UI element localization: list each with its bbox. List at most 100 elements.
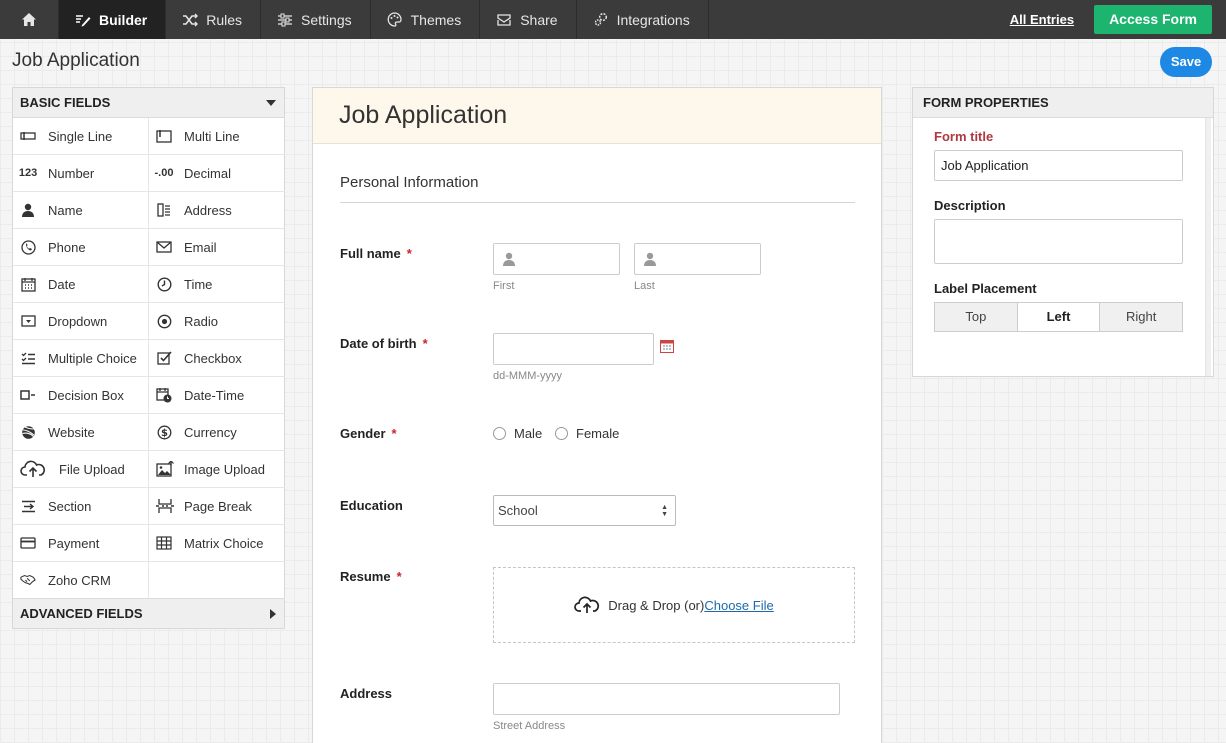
field-currency[interactable]: $ Currency <box>149 414 285 451</box>
gender-female-radio[interactable]: Female <box>555 426 619 441</box>
page-break-icon <box>156 498 174 514</box>
section-divider <box>340 202 855 203</box>
field-label: Time <box>184 276 213 292</box>
field-label: Radio <box>184 313 218 329</box>
field-multiple-choice[interactable]: Multiple Choice <box>13 340 149 377</box>
field-matrix-choice[interactable]: Matrix Choice <box>149 525 285 562</box>
resume-label: Resume * <box>340 569 402 584</box>
section-title[interactable]: Personal Information <box>340 174 478 191</box>
full-name-label-text: Full name <box>340 246 401 261</box>
dropdown-icon <box>20 313 36 329</box>
clock-icon <box>156 276 172 292</box>
field-email[interactable]: Email <box>149 229 285 266</box>
field-image-upload[interactable]: Image Upload <box>149 451 285 488</box>
access-form-button[interactable]: Access Form <box>1094 5 1212 34</box>
nav-builder-label: Builder <box>99 11 148 28</box>
field-file-upload[interactable]: File Upload <box>13 451 149 488</box>
basic-fields-title: BASIC FIELDS <box>20 95 111 110</box>
cloud-upload-icon <box>574 596 600 613</box>
address-icon <box>156 202 172 218</box>
label-placement-label: Label Placement <box>934 281 1037 296</box>
matrix-icon <box>156 535 172 551</box>
save-button[interactable]: Save <box>1160 47 1212 77</box>
panel-scrollbar[interactable] <box>1205 118 1211 376</box>
calendar-icon[interactable] <box>660 339 674 353</box>
street-address-input[interactable] <box>493 683 840 715</box>
all-entries-link[interactable]: All Entries <box>1010 12 1074 27</box>
svg-text:$: $ <box>161 428 168 439</box>
field-label: Date-Time <box>184 387 245 403</box>
card-icon <box>20 535 36 551</box>
field-label: File Upload <box>59 461 125 477</box>
nav-integrations[interactable]: Integrations <box>577 0 709 39</box>
field-website[interactable]: Website <box>13 414 149 451</box>
field-decimal[interactable]: -.00 Decimal <box>149 155 285 192</box>
image-icon <box>156 461 174 477</box>
field-time[interactable]: Time <box>149 266 285 303</box>
form-header[interactable]: Job Application <box>313 88 881 144</box>
nav-settings[interactable]: Settings <box>261 0 371 39</box>
field-decision-box[interactable]: Decision Box <box>13 377 149 414</box>
field-address[interactable]: Address <box>149 192 285 229</box>
placement-right-option[interactable]: Right <box>1100 303 1183 331</box>
handshake-icon <box>20 572 36 588</box>
gender-label-text: Gender <box>340 426 386 441</box>
field-dropdown[interactable]: Dropdown <box>13 303 149 340</box>
basic-fields-grid: Single Line Multi Line 123 Number -.00 Dec… <box>13 118 285 599</box>
calendar-icon <box>20 276 36 292</box>
field-label: Multiple Choice <box>48 350 137 366</box>
form-canvas: Job Application Personal Information Ful… <box>312 87 882 743</box>
resume-dropzone[interactable]: Drag & Drop (or) Choose File <box>493 567 855 643</box>
field-label: Page Break <box>184 498 252 514</box>
field-date[interactable]: Date <box>13 266 149 303</box>
form-title-input[interactable]: Job Application <box>934 150 1183 181</box>
field-section[interactable]: Section <box>13 488 149 525</box>
nav-settings-label: Settings <box>301 11 352 28</box>
nav-rules[interactable]: Rules <box>166 0 262 39</box>
field-date-time[interactable]: Date-Time <box>149 377 285 414</box>
choose-file-link[interactable]: Choose File <box>704 598 773 613</box>
advanced-fields-title: ADVANCED FIELDS <box>20 606 143 621</box>
education-select[interactable]: School ▲ ▼ <box>493 495 676 526</box>
dob-format-hint: dd-MMM-yyyy <box>493 370 563 382</box>
field-radio[interactable]: Radio <box>149 303 285 340</box>
shuffle-icon <box>182 12 199 28</box>
dob-label: Date of birth * <box>340 336 428 351</box>
home-button[interactable] <box>0 0 59 39</box>
basic-fields-header[interactable]: BASIC FIELDS <box>13 88 284 118</box>
field-single-line[interactable]: Single Line <box>13 118 149 155</box>
field-payment[interactable]: Payment <box>13 525 149 562</box>
single-line-icon <box>20 128 36 144</box>
nav-share[interactable]: Share <box>480 0 577 39</box>
field-multi-line[interactable]: Multi Line <box>149 118 285 155</box>
caret-down-icon <box>266 99 276 106</box>
description-input[interactable] <box>934 219 1183 264</box>
field-label: Date <box>48 276 76 292</box>
field-number[interactable]: 123 Number <box>13 155 149 192</box>
person-icon <box>20 202 36 218</box>
nav-builder[interactable]: Builder <box>59 0 167 39</box>
required-marker: * <box>406 246 412 261</box>
first-name-input[interactable] <box>493 243 620 275</box>
field-label: Dropdown <box>48 313 108 329</box>
last-name-input[interactable] <box>634 243 761 275</box>
field-phone[interactable]: Phone <box>13 229 149 266</box>
caret-right-icon <box>270 608 276 619</box>
nav-share-label: Share <box>520 11 558 28</box>
field-label: Email <box>184 239 217 255</box>
field-label: Decision Box <box>48 387 124 403</box>
required-marker: * <box>422 336 428 351</box>
address-label: Address <box>340 686 393 701</box>
dob-input[interactable] <box>493 333 654 365</box>
field-checkbox[interactable]: Checkbox <box>149 340 285 377</box>
placement-top-option[interactable]: Top <box>935 303 1018 331</box>
radio-label: Male <box>514 426 543 441</box>
multi-line-icon <box>156 128 172 144</box>
advanced-fields-header[interactable]: ADVANCED FIELDS <box>13 598 284 628</box>
field-zoho-crm[interactable]: Zoho CRM <box>13 562 149 599</box>
placement-left-option[interactable]: Left <box>1017 303 1101 331</box>
gender-male-radio[interactable]: Male <box>493 426 542 441</box>
nav-themes[interactable]: Themes <box>371 0 481 39</box>
field-name[interactable]: Name <box>13 192 149 229</box>
field-page-break[interactable]: Page Break <box>149 488 285 525</box>
